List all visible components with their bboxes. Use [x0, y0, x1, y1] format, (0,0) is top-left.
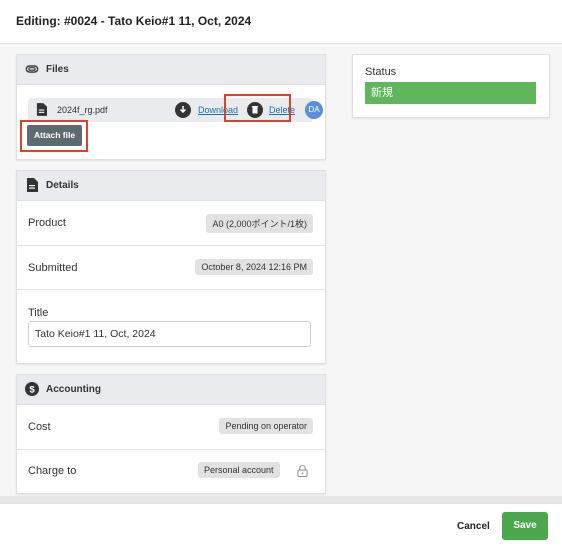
- attach-highlight: [20, 120, 88, 152]
- charge-label: Charge to: [28, 465, 77, 477]
- document-icon: [27, 178, 38, 192]
- status-badge[interactable]: 新規: [365, 82, 536, 104]
- title-input[interactable]: [28, 321, 311, 347]
- cost-label: Cost: [28, 421, 51, 433]
- details-card: Details Product A0 (2,000ポイント/1枚) Submit…: [16, 170, 326, 364]
- file-document-icon: [36, 103, 47, 116]
- details-card-title: Details: [46, 180, 79, 191]
- submitted-label: Submitted: [28, 262, 78, 274]
- svg-text:$: $: [29, 385, 35, 396]
- product-label: Product: [28, 217, 66, 229]
- delete-highlight: [224, 94, 291, 122]
- title-label: Title: [28, 307, 49, 319]
- file-name: 2024f_rg.pdf: [57, 105, 108, 115]
- paperclip-icon: [25, 65, 39, 73]
- avatar: DA: [305, 101, 323, 119]
- lock-icon: [297, 465, 308, 478]
- product-row: Product A0 (2,000ポイント/1枚): [17, 201, 325, 246]
- modal-body[interactable]: Files 2024f_rg.pdf Download Delete DA At…: [0, 44, 562, 503]
- edit-modal: Editing: #0024 - Tato Keio#1 11, Oct, 20…: [0, 0, 562, 547]
- cancel-button[interactable]: Cancel: [457, 521, 490, 532]
- status-card: Status 新規: [352, 54, 550, 118]
- cost-value: Pending on operator: [219, 418, 313, 434]
- accounting-card: $ Accounting Cost Pending on operator Ch…: [16, 374, 326, 494]
- submitted-row: Submitted October 8, 2024 12:16 PM: [17, 245, 325, 290]
- dollar-icon: $: [25, 382, 39, 396]
- cost-row: Cost Pending on operator: [17, 405, 325, 450]
- details-card-header: Details: [17, 171, 325, 201]
- save-button[interactable]: Save: [502, 512, 548, 540]
- files-card-header: Files: [17, 55, 325, 85]
- product-value: A0 (2,000ポイント/1枚): [206, 214, 313, 233]
- submitted-value: October 8, 2024 12:16 PM: [195, 259, 313, 275]
- charge-value: Personal account: [198, 462, 280, 478]
- charge-row: Charge to Personal account: [17, 449, 325, 493]
- accounting-card-title: Accounting: [46, 384, 101, 395]
- accounting-card-header: $ Accounting: [17, 375, 325, 405]
- modal-header: Editing: #0024 - Tato Keio#1 11, Oct, 20…: [0, 0, 562, 44]
- modal-footer: Cancel Save: [0, 503, 562, 547]
- files-card: Files 2024f_rg.pdf Download Delete DA At…: [16, 54, 326, 160]
- status-label: Status: [365, 66, 397, 78]
- modal-title: Editing: #0024 - Tato Keio#1 11, Oct, 20…: [16, 14, 252, 28]
- cloud-download-icon[interactable]: [175, 102, 191, 118]
- files-card-title: Files: [46, 64, 69, 75]
